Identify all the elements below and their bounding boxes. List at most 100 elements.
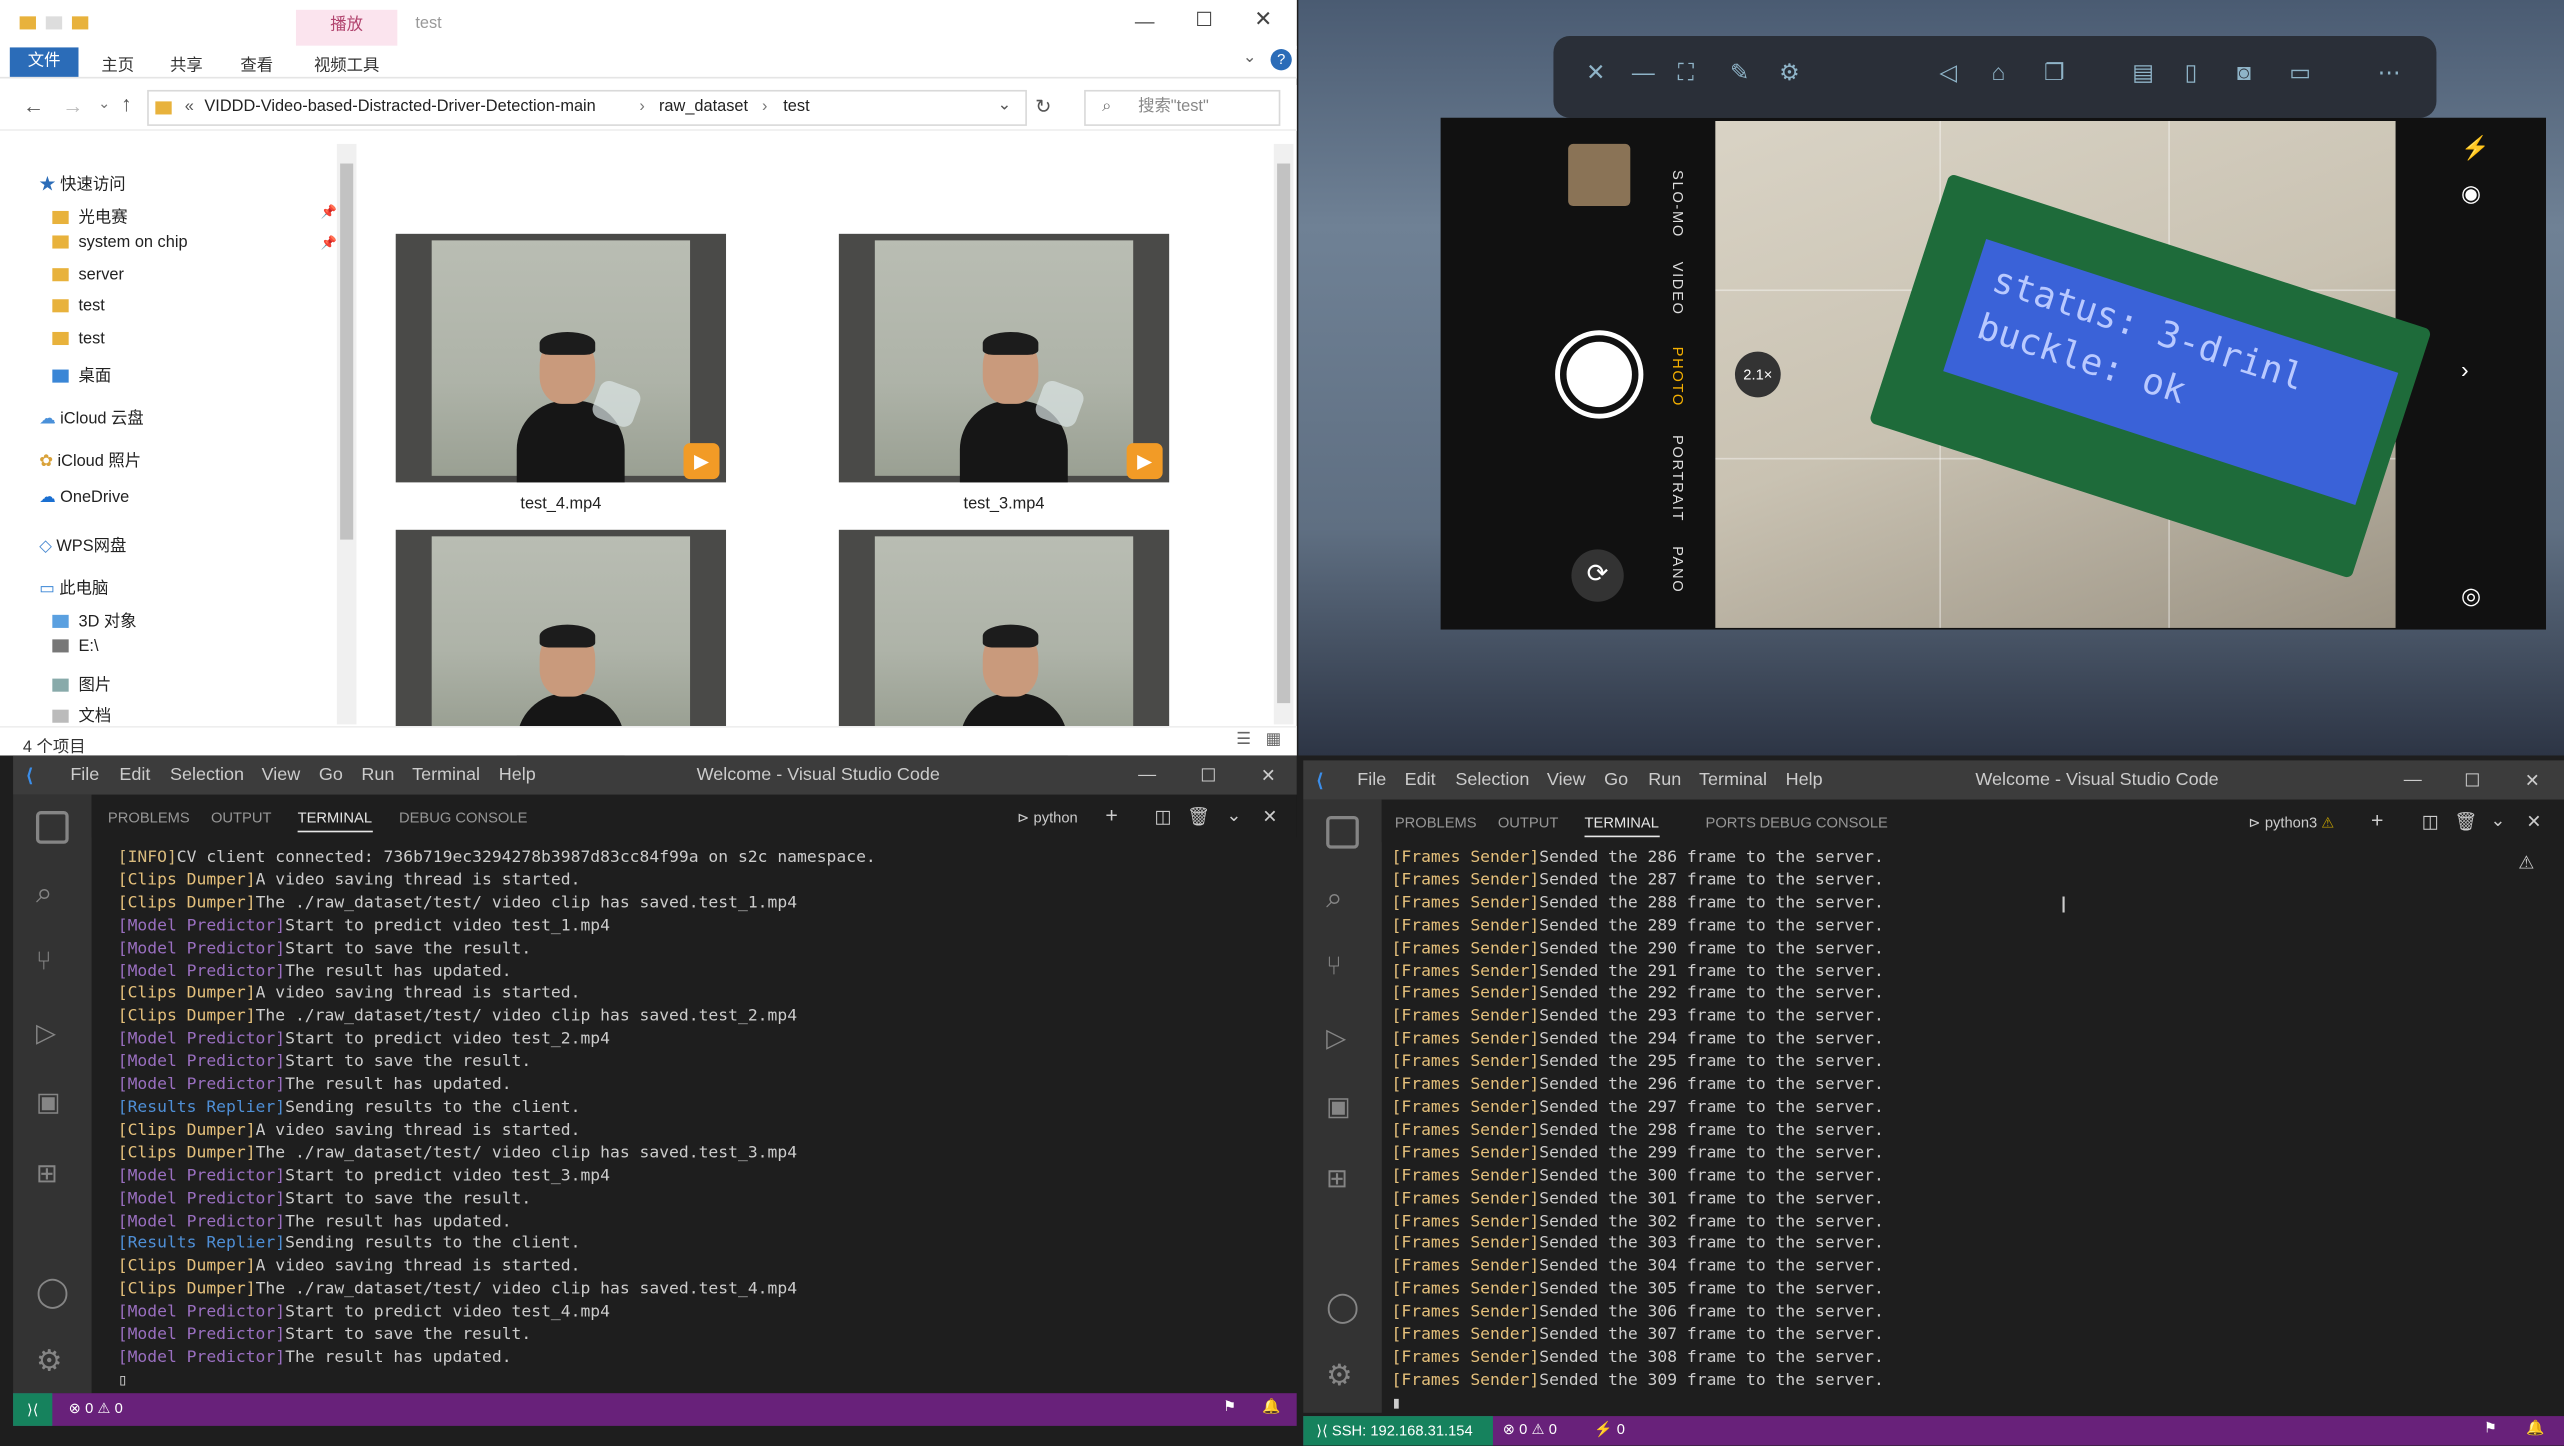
menu-run[interactable]: Run [1648, 770, 1681, 790]
more-icon[interactable]: ⋯ [2378, 59, 2401, 87]
menu-selection[interactable]: Selection [170, 765, 244, 785]
bell-icon[interactable]: 🔔 [2526, 1419, 2544, 1437]
switch-camera-icon[interactable]: ⟳ [1571, 549, 1624, 602]
menu-file[interactable]: File [70, 765, 99, 785]
close-button[interactable]: ✕ [2525, 770, 2540, 792]
search-icon[interactable]: ⌕ [1326, 881, 1343, 915]
tab-output[interactable]: OUTPUT [1498, 814, 1559, 830]
minimize-button[interactable]: — [2404, 770, 2422, 790]
terminal-output[interactable]: [Frames Sender]Sended the 286 frame to t… [1392, 847, 1884, 1415]
remote-icon[interactable]: ⟩⟨ [13, 1393, 53, 1426]
close-panel-icon[interactable]: ✕ [1262, 806, 1277, 828]
nav-item[interactable]: server [52, 267, 124, 285]
recent-dropdown-icon[interactable]: ⌄ [98, 95, 110, 113]
remote-ssh-indicator[interactable]: ⟩⟨ SSH: 192.168.31.154 [1303, 1416, 1493, 1446]
tab-ports[interactable]: PORTS [1706, 814, 1756, 830]
address-dropdown-icon[interactable]: ⌄ [997, 96, 1011, 114]
help-icon[interactable]: ? [1270, 49, 1292, 71]
search-icon[interactable]: ⌕ [36, 876, 53, 910]
status-ports[interactable]: ⚡ 0 [1594, 1421, 1625, 1439]
feedback-icon[interactable]: ⚑ [1223, 1398, 1236, 1416]
maximize-button[interactable]: ☐ [2464, 770, 2480, 792]
run-debug-icon[interactable]: ▷ [36, 1017, 56, 1050]
status-problems[interactable]: ⊗ 0 ⚠ 0 [69, 1400, 123, 1418]
minimize-button[interactable]: — [1135, 10, 1155, 33]
breadcrumb-item[interactable]: VIDDD-Video-based-Distracted-Driver-Dete… [204, 98, 595, 116]
terminal-shell-selector[interactable]: ⊳ python [1017, 809, 1078, 827]
nav-item[interactable]: E:\ [52, 638, 98, 656]
search-input[interactable]: ⌕ 搜索"test" [1084, 89, 1281, 126]
tab-debug-console[interactable]: DEBUG CONSOLE [1759, 814, 1887, 830]
mode-pano[interactable]: PANO [1670, 546, 1686, 593]
nav-item[interactable]: 图片 [52, 670, 111, 695]
file-name[interactable]: test_4.mp4 [396, 495, 726, 513]
scrollbar-thumb[interactable] [340, 163, 354, 540]
video-thumbnail[interactable]: ▶ [838, 233, 1170, 483]
nav-item[interactable]: 光电赛 [52, 203, 128, 227]
tab-terminal[interactable]: TERMINAL [1584, 814, 1659, 838]
menu-go[interactable]: Go [319, 765, 343, 785]
nav-item[interactable]: 文档 [52, 702, 111, 726]
tab-home[interactable]: 主页 [101, 51, 134, 75]
remote-explorer-icon[interactable]: ▣ [36, 1086, 61, 1119]
pin-icon[interactable]: ✎ [1730, 59, 1749, 87]
nav-item[interactable]: ☁ OneDrive [39, 489, 129, 507]
tab-problems[interactable]: PROBLEMS [1395, 814, 1477, 830]
back-icon[interactable]: ← [23, 93, 44, 118]
settings-icon[interactable]: ⚙ [1779, 59, 1800, 87]
tab-view[interactable]: 查看 [240, 51, 273, 75]
source-control-icon[interactable]: ⑂ [36, 948, 52, 977]
extensions-icon[interactable]: ⊞ [36, 1158, 58, 1191]
close-panel-icon[interactable]: ✕ [2526, 811, 2541, 833]
account-icon[interactable]: ◯ [1326, 1290, 1359, 1324]
quick-access-toolbar[interactable] [19, 15, 118, 35]
menu-terminal[interactable]: Terminal [412, 765, 480, 785]
menu-help[interactable]: Help [1786, 770, 1823, 790]
details-view-icon[interactable]: ☰ [1236, 731, 1251, 749]
tab-terminal[interactable]: TERMINAL [297, 809, 373, 833]
nav-item[interactable]: system on chip [52, 234, 188, 252]
close-icon[interactable]: ✕ [1586, 59, 1605, 87]
breadcrumb-item[interactable]: raw_dataset [659, 98, 748, 116]
status-problems[interactable]: ⊗ 0 ⚠ 0 [1503, 1421, 1557, 1439]
tab-share[interactable]: 共享 [170, 51, 203, 75]
gear-icon[interactable]: ⚙ [36, 1344, 62, 1378]
menu-run[interactable]: Run [361, 765, 394, 785]
minimize-icon[interactable]: — [1632, 59, 1655, 85]
zoom-indicator[interactable]: 2.1× [1734, 351, 1781, 398]
gear-icon[interactable]: ⚙ [1326, 1359, 1352, 1393]
trash-icon[interactable]: 🗑 [1187, 806, 1210, 828]
forward-icon[interactable]: → [62, 93, 83, 118]
close-button[interactable]: ✕ [1261, 765, 1276, 787]
nav-item[interactable]: ✿ iCloud 照片 [39, 446, 141, 471]
ribbon-expand-icon[interactable]: ⌄ [1243, 49, 1257, 67]
nav-item[interactable]: ▭ 此电脑 [39, 574, 108, 598]
menu-file[interactable]: File [1357, 770, 1386, 790]
nav-item[interactable]: 桌面 [52, 361, 111, 386]
bell-icon[interactable]: 🔔 [1262, 1398, 1280, 1416]
nav-item[interactable]: test [52, 298, 105, 316]
remote-explorer-icon[interactable]: ▣ [1326, 1091, 1351, 1124]
recent-apps-icon[interactable]: ❐ [2044, 59, 2065, 87]
menu-edit[interactable]: Edit [1405, 770, 1436, 790]
tab-debug-console[interactable]: DEBUG CONSOLE [399, 809, 527, 825]
split-terminal-icon[interactable]: ◫ [2422, 811, 2439, 833]
chevron-right-icon[interactable]: › [2461, 356, 2469, 382]
nav-item-quick-access[interactable]: ★ 快速访问 [39, 170, 125, 195]
new-terminal-icon[interactable]: + [2371, 808, 2383, 833]
home-icon[interactable]: ⌂ [1992, 59, 2006, 85]
split-terminal-icon[interactable]: ◫ [1154, 806, 1171, 828]
video-thumbnail[interactable] [395, 529, 727, 776]
nav-scrollbar[interactable] [336, 143, 357, 725]
live-photo-icon[interactable]: ◉ [2461, 180, 2481, 208]
chevron-down-icon[interactable]: ⌄ [1226, 805, 1241, 826]
screenshot-icon[interactable]: ◙ [2237, 59, 2251, 85]
file-name[interactable]: test_3.mp4 [839, 495, 1169, 513]
folder-icon[interactable]: ▭ [2289, 59, 2311, 87]
source-control-icon[interactable]: ⑂ [1326, 953, 1342, 982]
up-icon[interactable]: ↑ [121, 92, 132, 117]
menu-go[interactable]: Go [1604, 770, 1628, 790]
tab-problems[interactable]: PROBLEMS [108, 809, 190, 825]
menu-terminal[interactable]: Terminal [1699, 770, 1767, 790]
tab-output[interactable]: OUTPUT [211, 809, 272, 825]
